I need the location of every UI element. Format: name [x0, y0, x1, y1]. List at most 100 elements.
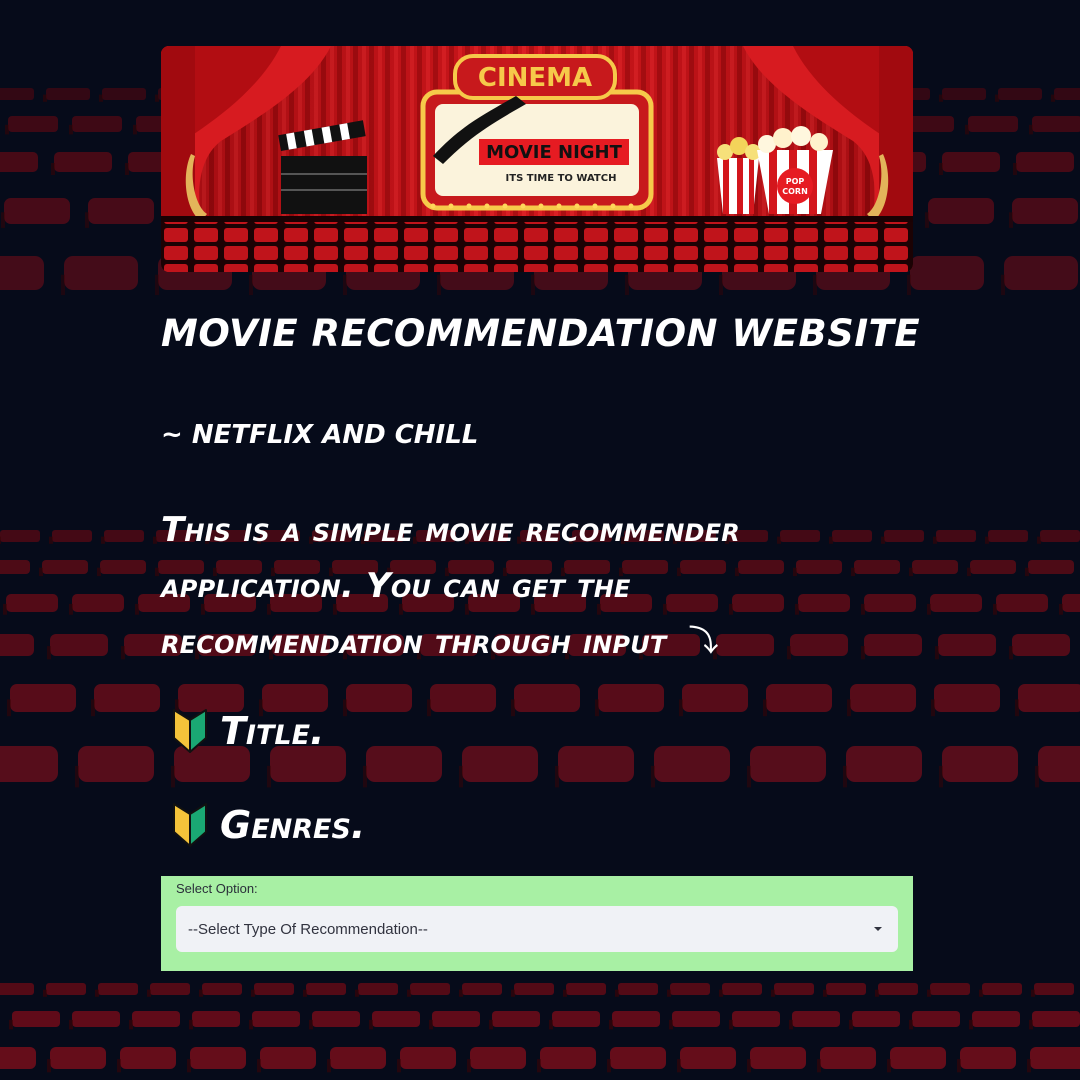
- seat-shape: [1016, 152, 1074, 172]
- page-title: MOVIE RECOMMENDATION WEBSITE: [161, 312, 921, 355]
- seat-shape: [852, 1011, 900, 1027]
- seat-arm-shape: [99, 94, 103, 102]
- seat-arm-shape: [1051, 94, 1055, 102]
- seat-arm-shape: [171, 765, 175, 788]
- seat-shape: [42, 560, 88, 574]
- seat-shape: [972, 1011, 1020, 1027]
- seat-arm-shape: [363, 765, 367, 788]
- seat-shape: [928, 198, 994, 224]
- seat-arm-shape: [155, 567, 159, 577]
- seat-arm-shape: [51, 163, 55, 175]
- seat-shape: [826, 983, 866, 995]
- seat-shape: [774, 983, 814, 995]
- seat-shape: [938, 634, 996, 656]
- seat-shape: [942, 746, 1018, 782]
- seat-shape: [846, 746, 922, 782]
- seat-shape: [750, 1047, 806, 1069]
- seat-shape: [72, 594, 124, 612]
- seat-arm-shape: [5, 124, 9, 135]
- seat-arm-shape: [1001, 274, 1005, 296]
- seat-arm-shape: [39, 567, 43, 577]
- seat-shape: [854, 560, 900, 574]
- seat-arm-shape: [427, 699, 431, 717]
- seat-shape: [462, 746, 538, 782]
- seat-shape: [930, 594, 982, 612]
- seat-arm-shape: [397, 1059, 401, 1073]
- seat-shape: [492, 1011, 540, 1027]
- seat-shape: [558, 746, 634, 782]
- seat-arm-shape: [135, 603, 139, 615]
- seat-arm-shape: [249, 1019, 253, 1030]
- seat-arm-shape: [851, 567, 855, 577]
- seat-shape: [260, 1047, 316, 1069]
- beginner-mark-icon: [173, 803, 207, 847]
- seat-arm-shape: [823, 989, 827, 997]
- seat-shape: [98, 983, 138, 995]
- seat-arm-shape: [677, 1059, 681, 1073]
- seat-shape: [988, 530, 1028, 542]
- seat-shape: [12, 1011, 60, 1027]
- seat-shape: [878, 983, 918, 995]
- seat-arm-shape: [679, 699, 683, 717]
- seat-shape: [998, 88, 1042, 100]
- seat-shape: [968, 116, 1018, 132]
- select-current-value: --Select Type Of Recommendation--: [188, 920, 428, 938]
- seat-shape: [552, 1011, 600, 1027]
- main-content: CINEMA MOVIE NIGHT ITS TIME TO WATCH POP…: [161, 46, 913, 272]
- seat-arm-shape: [1029, 1019, 1033, 1030]
- intro-text: This is a simple movie recommender appli…: [161, 510, 740, 662]
- seat-shape: [462, 983, 502, 995]
- seat-arm-shape: [969, 1019, 973, 1030]
- seat-shape: [88, 198, 154, 224]
- option-genres-label: Genres.: [220, 803, 366, 847]
- seat-arm-shape: [829, 536, 833, 544]
- seat-arm-shape: [69, 603, 73, 615]
- seat-arm-shape: [771, 989, 775, 997]
- seat-arm-shape: [555, 765, 559, 788]
- seat-arm-shape: [1031, 989, 1035, 997]
- seat-shape: [1030, 1047, 1080, 1069]
- seat-shape: [102, 88, 146, 100]
- option-title-label: Title.: [220, 709, 325, 753]
- seat-shape: [432, 1011, 480, 1027]
- seat-shape: [832, 530, 872, 542]
- recommendation-type-select[interactable]: --Select Type Of Recommendation--: [176, 906, 898, 952]
- seat-arm-shape: [789, 1019, 793, 1030]
- seat-arm-shape: [129, 1019, 133, 1030]
- seat-arm-shape: [9, 1019, 13, 1030]
- seat-arm-shape: [531, 274, 535, 296]
- seat-arm-shape: [95, 989, 99, 997]
- seat-shape: [202, 983, 242, 995]
- seat-arm-shape: [667, 989, 671, 997]
- seat-shape: [50, 1047, 106, 1069]
- seat-shape: [64, 256, 138, 290]
- seat-arm-shape: [429, 1019, 433, 1030]
- seat-arm-shape: [125, 163, 129, 175]
- seat-shape: [970, 560, 1016, 574]
- seat-shape: [982, 983, 1022, 995]
- seat-shape: [682, 684, 748, 712]
- seat-arm-shape: [1013, 163, 1017, 175]
- seat-shape: [312, 1011, 360, 1027]
- seat-shape: [330, 1047, 386, 1069]
- banner-headline: MOVIE NIGHT: [486, 142, 623, 163]
- seat-shape: [996, 594, 1048, 612]
- seat-arm-shape: [939, 765, 943, 788]
- chevron-down-icon[interactable]: [874, 927, 882, 931]
- seat-arm-shape: [1, 212, 5, 228]
- seat-shape: [936, 530, 976, 542]
- seat-arm-shape: [97, 567, 101, 577]
- seat-shape: [0, 560, 30, 574]
- seat-shape: [912, 1011, 960, 1027]
- seat-shape: [306, 983, 346, 995]
- seat-shape: [514, 983, 554, 995]
- seat-shape: [54, 152, 112, 172]
- banner-marquee-text: CINEMA: [478, 63, 592, 93]
- seat-shape: [910, 256, 984, 290]
- seat-arm-shape: [861, 603, 865, 615]
- seat-arm-shape: [933, 536, 937, 544]
- seat-arm-shape: [985, 536, 989, 544]
- seat-arm-shape: [993, 603, 997, 615]
- seat-shape: [514, 684, 580, 712]
- seat-arm-shape: [1009, 646, 1013, 660]
